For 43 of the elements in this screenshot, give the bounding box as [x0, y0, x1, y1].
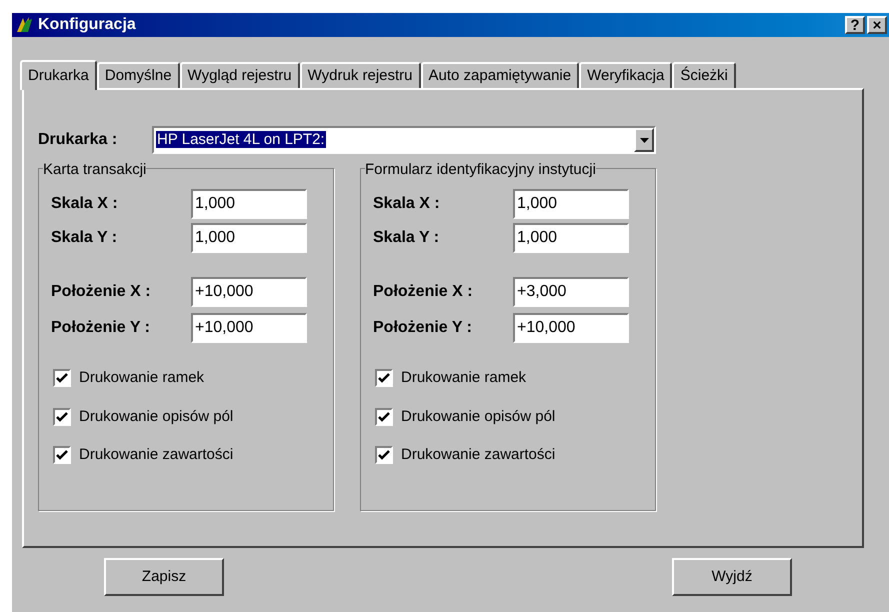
- checkbox-label: Drukowanie ramek: [79, 368, 204, 388]
- tab[interactable]: Auto zapamiętywanie: [420, 62, 580, 88]
- field-label: Położenie Y :: [51, 318, 151, 338]
- input-field[interactable]: +10,000: [191, 313, 307, 343]
- tab[interactable]: Weryfikacja: [579, 62, 672, 88]
- input-field[interactable]: 1,000: [513, 223, 629, 253]
- field-label: Położenie X :: [51, 282, 152, 302]
- field-label: Położenie Y :: [373, 318, 473, 338]
- tab[interactable]: Drukarka: [20, 60, 97, 90]
- input-field[interactable]: 1,000: [191, 223, 307, 253]
- window-title: Konfiguracja: [38, 15, 136, 35]
- checkbox-label: Drukowanie ramek: [401, 368, 526, 388]
- exit-button[interactable]: Wyjdź: [672, 558, 792, 596]
- tab[interactable]: Ścieżki: [672, 62, 736, 88]
- checkbox-label: Drukowanie opisów pól: [79, 406, 234, 426]
- close-button[interactable]: ×: [867, 16, 887, 34]
- checkbox[interactable]: [375, 408, 393, 426]
- field-label: Położenie X :: [373, 282, 474, 302]
- input-field[interactable]: +10,000: [191, 277, 307, 307]
- field-label: Skala Y :: [51, 228, 118, 248]
- tab[interactable]: Wydruk rejestru: [300, 62, 421, 88]
- tab[interactable]: Wygląd rejestru: [180, 62, 300, 88]
- checkbox[interactable]: [375, 369, 393, 388]
- field-label: Skala X :: [51, 194, 119, 214]
- printer-dropdown[interactable]: HP LaserJet 4L on LPT2:: [152, 126, 656, 154]
- checkbox-label: Drukowanie opisów pól: [401, 406, 556, 426]
- input-field[interactable]: +10,000: [513, 313, 629, 343]
- checkbox[interactable]: [53, 369, 71, 388]
- field-label: Skala X :: [373, 194, 441, 214]
- input-field[interactable]: 1,000: [191, 189, 307, 219]
- help-button[interactable]: ?: [845, 16, 865, 34]
- app-icon: [15, 16, 35, 34]
- tab[interactable]: Domyślne: [96, 62, 180, 88]
- input-field[interactable]: +3,000: [513, 277, 629, 307]
- printer-label: Drukarka :: [38, 130, 118, 150]
- checkbox[interactable]: [53, 408, 71, 426]
- checkbox-label: Drukowanie zawartości: [401, 445, 556, 465]
- input-field[interactable]: 1,000: [513, 189, 629, 219]
- checkbox[interactable]: [375, 446, 393, 464]
- field-label: Skala Y :: [373, 228, 440, 248]
- checkbox[interactable]: [53, 446, 71, 464]
- save-button[interactable]: Zapisz: [104, 558, 224, 596]
- checkbox-label: Drukowanie zawartości: [79, 445, 234, 465]
